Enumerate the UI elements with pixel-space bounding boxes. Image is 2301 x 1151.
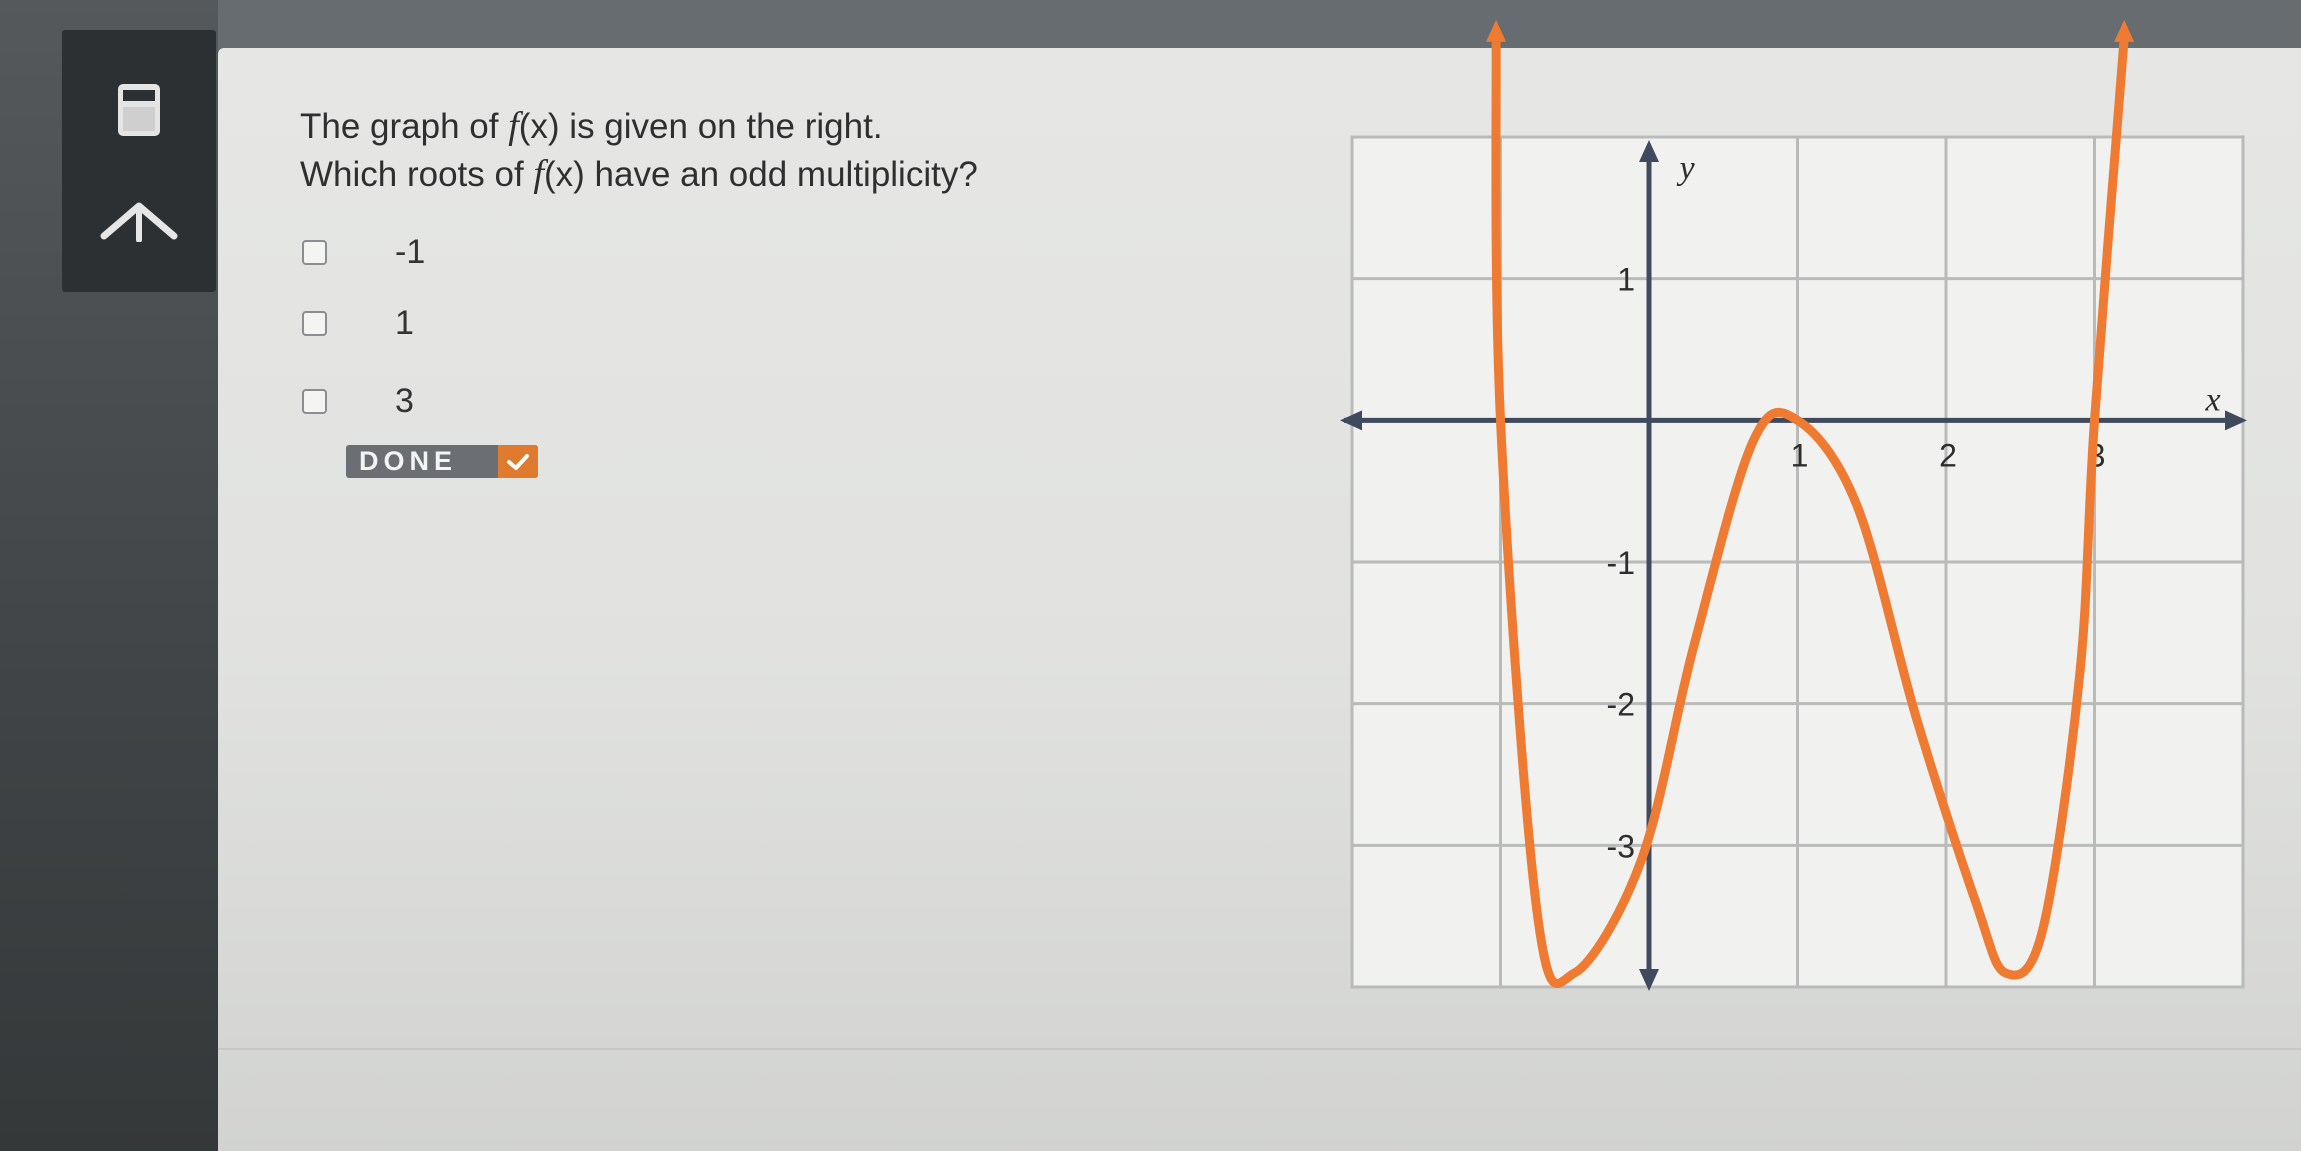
function-graph: -1 2 31-1-2-3xy	[1340, 19, 2247, 991]
x-tick-label: 2	[1939, 437, 1957, 473]
y-tick-label: -1	[1607, 545, 1635, 581]
curve-arrow	[1486, 19, 1507, 42]
y-tick-label: -2	[1607, 687, 1635, 723]
y-tick-label: 1	[1617, 262, 1635, 298]
y-axis-name: y	[1676, 150, 1695, 187]
curve-arrow	[2114, 19, 2135, 42]
x-tick-label: 1	[1791, 437, 1809, 473]
y-tick-label: -3	[1607, 828, 1635, 864]
x-axis-name: x	[2204, 381, 2220, 418]
